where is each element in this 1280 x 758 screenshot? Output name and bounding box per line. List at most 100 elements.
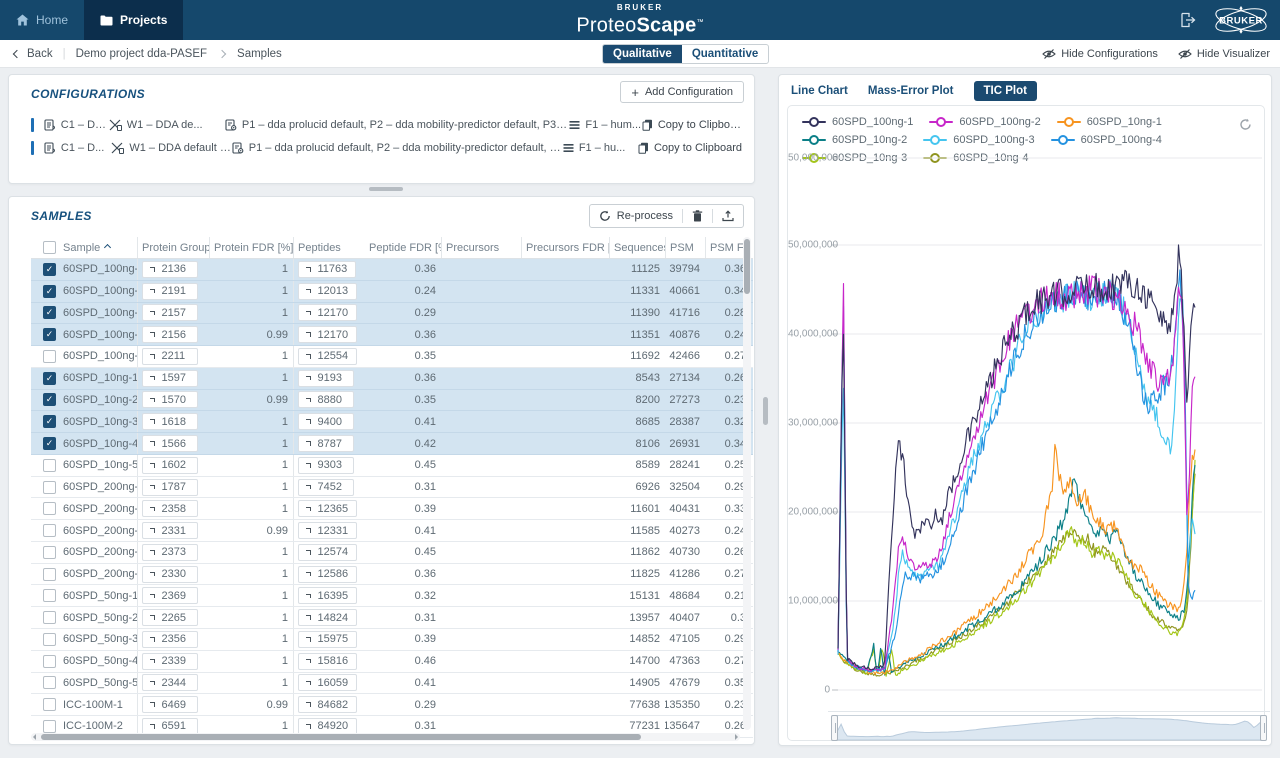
table-row[interactable]: ✓60SPD_100ng-421560.99121700.36113514087… — [31, 324, 753, 346]
column-header-psm[interactable]: PSM — [665, 237, 705, 258]
tab-tic-plot[interactable]: TIC Plot — [974, 81, 1037, 101]
table-row[interactable]: 60SPD_50ng-523441160590.4114905476790.35 — [31, 673, 753, 695]
protein-groups-expand-chip[interactable]: 1566 — [142, 435, 198, 452]
row-checkbox[interactable] — [43, 589, 56, 602]
protein-groups-expand-chip[interactable]: 2191 — [142, 283, 198, 300]
table-row[interactable]: 60SPD_200ng-323310.99123310.411158540273… — [31, 520, 753, 542]
table-row[interactable]: ✓60SPD_100ng-221911120130.2411331406610.… — [31, 281, 753, 303]
row-checkbox[interactable] — [43, 633, 56, 646]
back-button[interactable]: Back — [14, 48, 53, 60]
table-row[interactable]: ✓60SPD_10ng-215700.9988800.358200272730.… — [31, 390, 753, 412]
configuration-row[interactable]: C1 – D...W1 – DDA default tem...P1 – dda… — [31, 136, 744, 159]
column-header-sequences[interactable]: Sequences — [609, 237, 665, 258]
table-row[interactable]: 60SPD_50ng-123691163950.3215131486840.21 — [31, 585, 753, 607]
row-checkbox[interactable] — [43, 524, 56, 537]
qualitative-toggle[interactable]: Qualitative — [603, 45, 682, 63]
protein-groups-expand-chip[interactable]: 2358 — [142, 500, 198, 517]
scroll-right-arrow-icon[interactable] — [735, 734, 741, 740]
peptides-expand-chip[interactable]: 12365 — [298, 500, 357, 517]
configuration-row[interactable]: C1 – DD...W1 – DDA de...P1 – dda proluci… — [31, 113, 744, 136]
peptides-expand-chip[interactable]: 12170 — [298, 304, 357, 321]
peptides-expand-chip[interactable]: 14824 — [298, 609, 357, 626]
table-vertical-scrollbar[interactable] — [743, 237, 751, 730]
peptides-expand-chip[interactable]: 9303 — [298, 457, 354, 474]
protein-groups-expand-chip[interactable]: 2265 — [142, 609, 198, 626]
peptides-expand-chip[interactable]: 84682 — [298, 696, 357, 713]
table-row[interactable]: ✓60SPD_10ng-31618194000.418685283870.32 — [31, 411, 753, 433]
protein-groups-expand-chip[interactable]: 2136 — [142, 261, 198, 278]
protein-groups-expand-chip[interactable]: 2157 — [142, 304, 198, 321]
tab-line-chart[interactable]: Line Chart — [791, 81, 848, 101]
row-checkbox[interactable] — [43, 655, 56, 668]
table-row[interactable]: 60SPD_50ng-423391158160.4614700473630.27 — [31, 651, 753, 673]
row-checkbox[interactable] — [43, 546, 56, 559]
hide-visualizer-button[interactable]: Hide Visualizer — [1178, 48, 1270, 60]
row-checkbox[interactable]: ✓ — [43, 415, 56, 428]
peptides-expand-chip[interactable]: 15975 — [298, 631, 357, 648]
select-all-checkbox[interactable] — [43, 241, 56, 254]
protein-groups-expand-chip[interactable]: 1618 — [142, 413, 198, 430]
row-checkbox[interactable] — [43, 611, 56, 624]
column-header-protein-fdr-[interactable]: Protein FDR [%] — [209, 237, 293, 258]
table-row[interactable]: ✓60SPD_10ng-11597191930.368543271340.26 — [31, 368, 753, 390]
column-header-sample[interactable]: Sample — [59, 237, 137, 258]
protein-groups-expand-chip[interactable]: 2369 — [142, 587, 198, 604]
protein-groups-expand-chip[interactable]: 2331 — [142, 522, 198, 539]
column-header-protein-groups[interactable]: Protein Groups — [137, 237, 209, 258]
row-checkbox[interactable]: ✓ — [43, 437, 56, 450]
table-row[interactable]: 60SPD_200ng-11787174520.316926325040.29 — [31, 477, 753, 499]
peptides-expand-chip[interactable]: 12170 — [298, 326, 357, 343]
reprocess-button[interactable]: Re-process — [590, 205, 682, 227]
row-checkbox[interactable] — [43, 698, 56, 711]
chart-navigator[interactable] — [834, 715, 1264, 741]
table-row[interactable]: 60SPD_50ng-323561159750.3914852471050.29 — [31, 629, 753, 651]
peptides-expand-chip[interactable]: 9400 — [298, 413, 354, 430]
row-checkbox[interactable]: ✓ — [43, 285, 56, 298]
export-samples-button[interactable] — [713, 205, 743, 227]
peptides-expand-chip[interactable]: 11763 — [298, 261, 356, 278]
table-row[interactable]: 60SPD_200ng-223581123650.3911601404310.3… — [31, 498, 753, 520]
row-checkbox[interactable] — [43, 459, 56, 472]
row-checkbox[interactable]: ✓ — [43, 306, 56, 319]
protein-groups-expand-chip[interactable]: 2344 — [142, 674, 198, 691]
add-configuration-button[interactable]: + Add Configuration — [620, 81, 744, 103]
protein-groups-expand-chip[interactable]: 2356 — [142, 631, 198, 648]
protein-groups-expand-chip[interactable]: 2339 — [142, 653, 198, 670]
row-checkbox[interactable] — [43, 350, 56, 363]
peptides-expand-chip[interactable]: 12574 — [298, 544, 357, 561]
peptides-expand-chip[interactable]: 8787 — [298, 435, 354, 452]
protein-groups-expand-chip[interactable]: 2330 — [142, 566, 198, 583]
vertical-scroll-thumb[interactable] — [744, 239, 750, 294]
table-row[interactable]: ✓60SPD_100ng-321571121700.2911390417160.… — [31, 303, 753, 325]
row-checkbox[interactable]: ✓ — [43, 263, 56, 276]
peptides-expand-chip[interactable]: 15816 — [298, 653, 357, 670]
protein-groups-expand-chip[interactable]: 1787 — [142, 479, 198, 496]
panel-resize-handle-vertical[interactable] — [763, 397, 768, 425]
protein-groups-expand-chip[interactable]: 1570 — [142, 391, 198, 408]
table-horizontal-scrollbar[interactable] — [31, 733, 740, 741]
nav-tab-home[interactable]: Home — [0, 0, 84, 40]
protein-groups-expand-chip[interactable]: 2156 — [142, 326, 198, 343]
hide-configurations-button[interactable]: Hide Configurations — [1042, 48, 1158, 60]
protein-groups-expand-chip[interactable]: 2211 — [142, 348, 198, 365]
nav-tab-projects[interactable]: Projects — [84, 0, 183, 40]
protein-groups-expand-chip[interactable]: 1602 — [142, 457, 198, 474]
row-checkbox[interactable] — [43, 568, 56, 581]
table-row[interactable]: ✓60SPD_100ng-121361117630.3611125397940.… — [31, 259, 753, 281]
copy-to-clipboard-button[interactable]: Copy to Clipboard — [642, 119, 744, 131]
peptides-expand-chip[interactable]: 12331 — [298, 522, 357, 539]
horizontal-scroll-thumb[interactable] — [41, 734, 641, 740]
row-checkbox[interactable] — [43, 676, 56, 689]
breadcrumb-project[interactable]: Demo project dda-PASEF — [76, 48, 207, 60]
row-checkbox[interactable]: ✓ — [43, 393, 56, 406]
table-row[interactable]: 60SPD_200ng-423731125740.4511862407300.2… — [31, 542, 753, 564]
protein-groups-expand-chip[interactable]: 2373 — [142, 544, 198, 561]
scroll-left-arrow-icon[interactable] — [30, 734, 36, 740]
logout-icon[interactable] — [1180, 12, 1198, 28]
protein-groups-expand-chip[interactable]: 1597 — [142, 370, 198, 387]
peptides-expand-chip[interactable]: 9193 — [298, 370, 354, 387]
table-row[interactable]: ✓60SPD_10ng-41566187870.428106269310.34 — [31, 433, 753, 455]
row-checkbox[interactable]: ✓ — [43, 328, 56, 341]
peptides-expand-chip[interactable]: 16395 — [298, 587, 357, 604]
tab-mass-error-plot[interactable]: Mass-Error Plot — [868, 81, 954, 101]
